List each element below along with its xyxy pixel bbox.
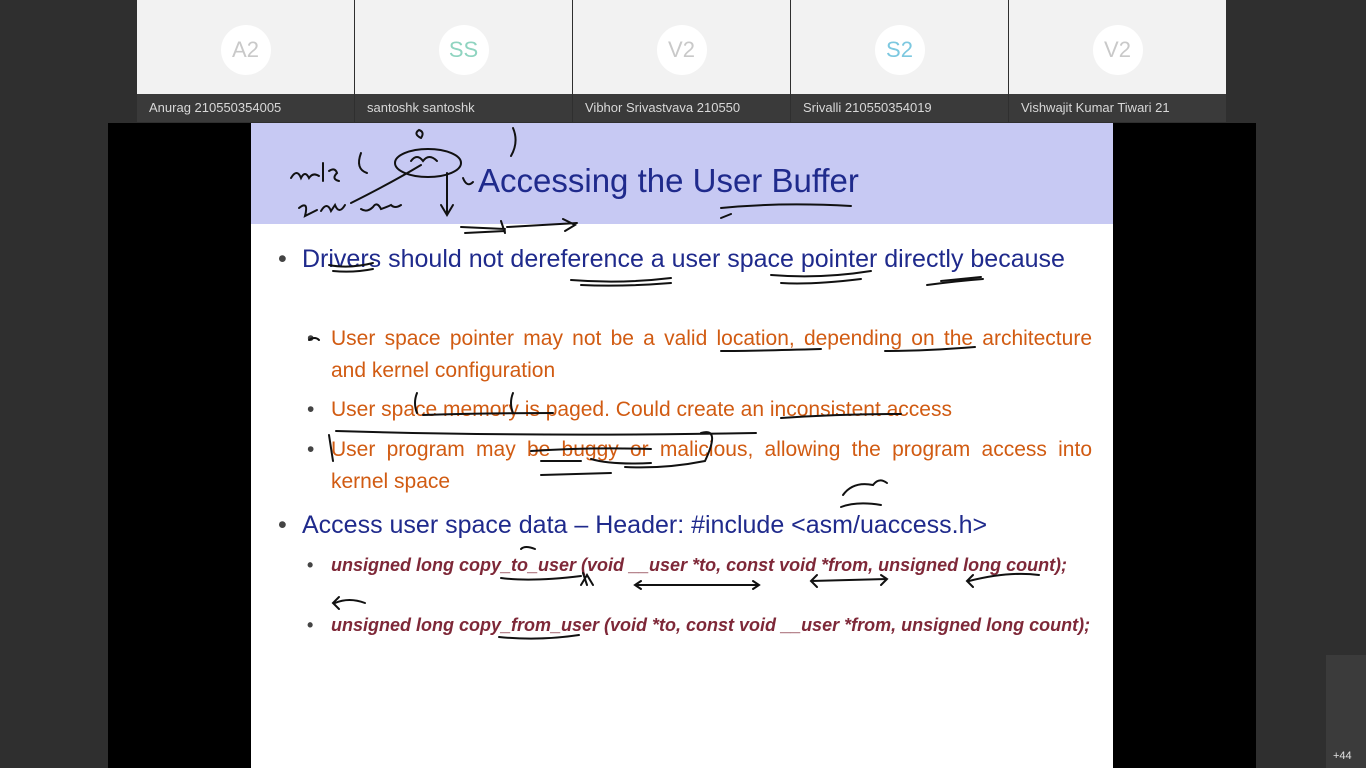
bullet-dot-icon: •	[307, 398, 315, 421]
participant-name: santoshk santoshk	[355, 94, 572, 122]
participant-tile[interactable]: SS santoshk santoshk	[355, 0, 572, 122]
bullet-dot-icon: •	[307, 615, 314, 635]
bullet-dot-icon: •	[307, 555, 314, 575]
participant-tile[interactable]: S2 Srivalli 210550354019	[791, 0, 1008, 122]
bullet-main: • Drivers should not dereference a user …	[278, 241, 1092, 278]
participant-tile[interactable]: V2 Vishwajit Kumar Tiwari 21	[1009, 0, 1226, 122]
sub-bullet: • User program may be buggy or malicious…	[307, 434, 1092, 498]
avatar: V2	[1092, 25, 1143, 75]
sub-bullet-text: User space pointer may not be a valid lo…	[331, 327, 1092, 382]
sub-bullet-text: User space memory is paged. Could create…	[331, 398, 952, 421]
shared-screen: Accessing the User Buffer • Drivers shou…	[108, 123, 1256, 768]
slide: Accessing the User Buffer • Drivers shou…	[251, 123, 1113, 768]
code-text: unsigned long copy_from_user (void *to, …	[331, 615, 1091, 635]
participant-name: Srivalli 210550354019	[791, 94, 1008, 122]
participant-tile[interactable]: A2 Anurag 210550354005	[137, 0, 354, 122]
participant-name: Vishwajit Kumar Tiwari 21	[1009, 94, 1226, 122]
code-bullet: • unsigned long copy_from_user (void *to…	[307, 612, 1092, 638]
bullet-dot-icon: •	[307, 327, 315, 350]
bullet-dot-icon: •	[307, 438, 315, 461]
bullet-text: Access user space data – Header: #includ…	[302, 511, 988, 539]
avatar: A2	[220, 25, 271, 75]
bullet-dot-icon: •	[278, 245, 287, 273]
participant-strip: A2 Anurag 210550354005 SS santoshk santo…	[137, 0, 1226, 122]
avatar: S2	[874, 25, 925, 75]
avatar: SS	[438, 25, 489, 75]
code-text: unsigned long copy_to_user (void __user …	[331, 555, 1068, 575]
bullet-text: Drivers should not dereference a user sp…	[302, 245, 1065, 273]
participant-name: Vibhor Srivastvava 210550	[573, 94, 790, 122]
participant-tile[interactable]: V2 Vibhor Srivastvava 210550	[573, 0, 790, 122]
bullet-main: • Access user space data – Header: #incl…	[278, 507, 1092, 544]
sub-bullet: • User space pointer may not be a valid …	[307, 323, 1092, 387]
participant-name: Anurag 210550354005	[137, 94, 354, 122]
sub-bullet-text: User program may be buggy or malicious, …	[331, 438, 1092, 493]
sub-bullet: • User space memory is paged. Could crea…	[307, 394, 1092, 426]
avatar: V2	[656, 25, 707, 75]
slide-header: Accessing the User Buffer	[251, 123, 1113, 224]
more-participants-count[interactable]: +44	[1333, 750, 1352, 762]
code-bullet: • unsigned long copy_to_user (void __use…	[307, 552, 1092, 578]
slide-title: Accessing the User Buffer	[478, 162, 859, 199]
bullet-dot-icon: •	[278, 511, 287, 539]
